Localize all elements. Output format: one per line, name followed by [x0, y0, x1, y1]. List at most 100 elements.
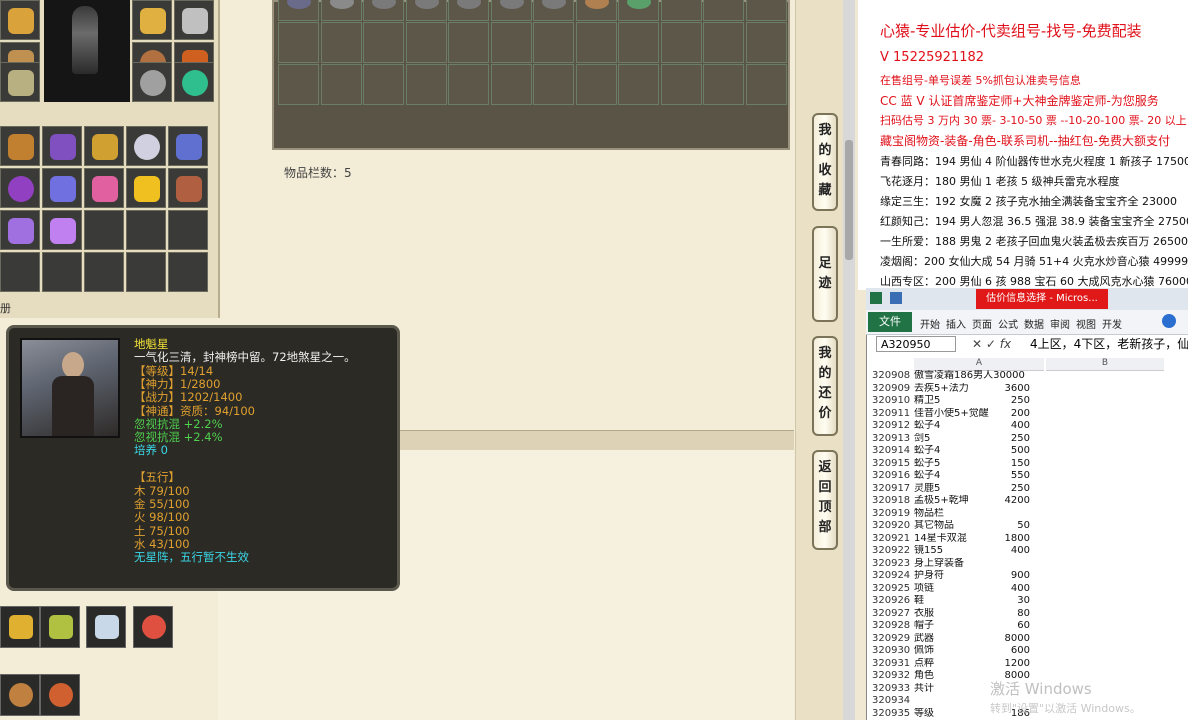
grid-cell[interactable] [660, 0, 702, 21]
grid-cell[interactable] [703, 64, 744, 105]
grid-cell[interactable] [745, 22, 787, 63]
table-row[interactable]: 320908 傲雪凌霜186男人30000 [870, 370, 1188, 383]
bag-slot[interactable] [42, 252, 82, 292]
bag-slot[interactable] [84, 168, 124, 208]
cell-b[interactable]: 400 [990, 420, 1030, 433]
table-row[interactable]: 320927 衣服 80 [870, 608, 1188, 621]
item-slot[interactable] [132, 0, 172, 40]
item-slot[interactable] [174, 62, 214, 102]
cell-b[interactable]: 8000 [990, 633, 1030, 646]
table-row[interactable]: 320917 灵鹿5 250 [870, 483, 1188, 496]
table-row[interactable]: 320921 14星卡双混 1800 [870, 533, 1188, 546]
grid-cell[interactable] [320, 64, 362, 105]
cell-b[interactable]: 250 [990, 483, 1030, 496]
grid-cell[interactable] [448, 64, 489, 105]
table-row[interactable]: 320929 武器 8000 [870, 633, 1188, 646]
bag-slot[interactable] [0, 210, 40, 250]
grid-cell[interactable] [278, 22, 319, 63]
equipment-item[interactable] [40, 674, 80, 716]
cell-b[interactable]: 60 [990, 620, 1030, 633]
cell-b[interactable]: 400 [990, 545, 1030, 558]
item-slot[interactable] [0, 62, 40, 102]
bag-slot[interactable] [168, 168, 208, 208]
table-row[interactable]: 320931 点粹 1200 [870, 658, 1188, 671]
bag-slot[interactable] [168, 210, 208, 250]
table-row[interactable]: 320918 孟极5+乾坤 4200 [870, 495, 1188, 508]
grid-cell[interactable] [320, 0, 362, 21]
item-slot[interactable] [174, 0, 214, 40]
grid-cell[interactable] [363, 64, 404, 105]
bag-slot[interactable] [168, 252, 208, 292]
file-tab[interactable]: 文件 [868, 312, 912, 332]
ribbon-tab-view[interactable]: 视图 [1076, 316, 1096, 331]
ribbon-tab-insert[interactable]: 插入 [946, 316, 966, 331]
cell-b[interactable]: 550 [990, 470, 1030, 483]
bag-slot[interactable] [42, 168, 82, 208]
bag-slot[interactable] [84, 210, 124, 250]
grid-cell[interactable] [745, 64, 787, 105]
page-scrollbar[interactable] [843, 0, 855, 720]
table-row[interactable]: 320911 佳音小使5+觉醒 200 [870, 408, 1188, 421]
table-row[interactable]: 320910 精卫5 250 [870, 395, 1188, 408]
tab-my-favorites[interactable]: 我的收藏 [812, 113, 838, 211]
table-row[interactable]: 320909 去疾5+法力 3600 [870, 383, 1188, 396]
table-row[interactable]: 320912 蚣子4 400 [870, 420, 1188, 433]
cell-b[interactable]: 250 [990, 395, 1030, 408]
cell-b[interactable]: 50 [990, 520, 1030, 533]
bag-slot[interactable] [126, 168, 166, 208]
cell-a[interactable]: 傲雪凌霜186男人30000 [914, 370, 1049, 383]
ribbon-tab-formula[interactable]: 公式 [998, 316, 1018, 331]
grid-cell[interactable] [405, 64, 447, 105]
ribbon-tab-review[interactable]: 审阅 [1050, 316, 1070, 331]
table-row[interactable]: 320920 其它物品 50 [870, 520, 1188, 533]
table-row[interactable]: 320925 项链 400 [870, 583, 1188, 596]
ribbon-tab-data[interactable]: 数据 [1024, 316, 1044, 331]
grid-cell[interactable] [405, 22, 447, 63]
equipment-item[interactable] [0, 606, 40, 648]
grid-cell[interactable] [278, 64, 319, 105]
tab-back-to-top[interactable]: 返回顶部 [812, 450, 838, 550]
grid-cell[interactable] [618, 0, 659, 21]
bag-slot[interactable] [126, 126, 166, 166]
grid-cell[interactable] [448, 0, 489, 21]
table-row[interactable]: 320919 物品栏 [870, 508, 1188, 521]
tab-my-counter-offer[interactable]: 我的还价 [812, 336, 838, 436]
table-row[interactable]: 320923 身上穿装备 [870, 558, 1188, 571]
grid-cell[interactable] [448, 22, 489, 63]
grid-cell[interactable] [703, 22, 744, 63]
bag-slot[interactable] [168, 126, 208, 166]
table-row[interactable]: 320926 鞋 30 [870, 595, 1188, 608]
grid-cell[interactable] [320, 22, 362, 63]
grid-cell[interactable] [490, 0, 532, 21]
grid-cell[interactable] [575, 0, 617, 21]
cell-b[interactable]: 1800 [990, 533, 1030, 546]
grid-cell[interactable] [490, 22, 532, 63]
grid-cell[interactable] [618, 64, 659, 105]
table-row[interactable]: 320913 剑5 250 [870, 433, 1188, 446]
tab-footprint[interactable]: 足迹 [812, 226, 838, 322]
grid-cell[interactable] [533, 0, 574, 21]
bag-slot[interactable] [0, 252, 40, 292]
name-box[interactable]: A320950 [876, 336, 956, 352]
cell-b[interactable]: 600 [990, 645, 1030, 658]
bag-slot[interactable] [84, 126, 124, 166]
bag-slot[interactable] [0, 126, 40, 166]
cell-b[interactable]: 30 [990, 595, 1030, 608]
table-row[interactable]: 320930 佩饰 600 [870, 645, 1188, 658]
grid-cell[interactable] [618, 22, 659, 63]
equipment-item[interactable] [40, 606, 80, 648]
table-row[interactable]: 320916 蚣子4 550 [870, 470, 1188, 483]
table-row[interactable]: 320922 镜155 400 [870, 545, 1188, 558]
grid-cell[interactable] [278, 0, 319, 21]
grid-cell[interactable] [745, 0, 787, 21]
grid-cell[interactable] [703, 0, 744, 21]
grid-cell[interactable] [533, 64, 574, 105]
scroll-thumb[interactable] [845, 140, 853, 260]
cell-b[interactable]: 4200 [990, 495, 1030, 508]
bag-slot[interactable] [84, 252, 124, 292]
item-slot[interactable] [132, 62, 172, 102]
excel-title-tab[interactable]: 估价信息选择 - Micros... [976, 289, 1108, 309]
ribbon-tab-page[interactable]: 页面 [972, 316, 992, 331]
equipment-item[interactable] [133, 606, 173, 648]
grid-cell[interactable] [575, 64, 617, 105]
